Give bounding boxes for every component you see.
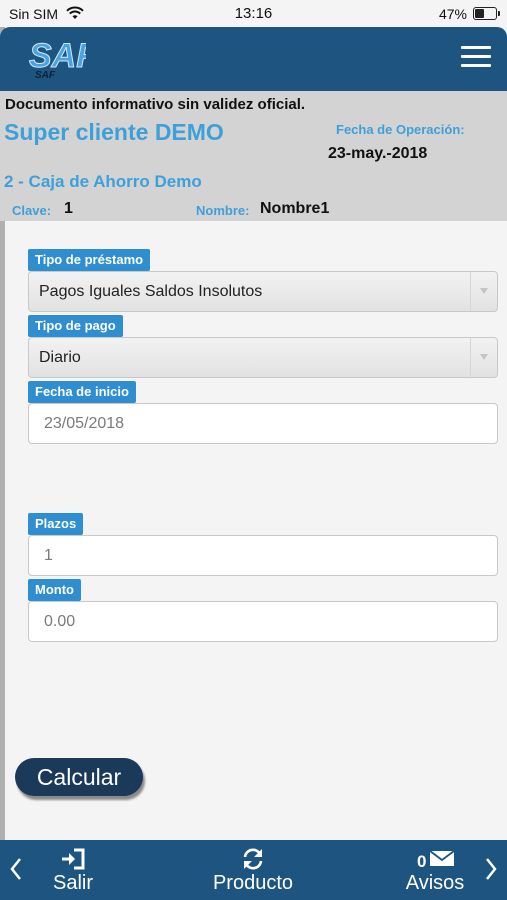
nombre-label: Nombre: bbox=[196, 203, 250, 218]
tipo-pago-value: Diario bbox=[39, 349, 81, 366]
fecha-operacion-label: Fecha de Operación: bbox=[336, 122, 465, 137]
fecha-operacion-value: 23-may.-2018 bbox=[328, 145, 428, 162]
fecha-inicio-field[interactable]: 23/05/2018 bbox=[28, 403, 498, 444]
client-info-panel: Documento informativo sin validez oficia… bbox=[0, 91, 507, 221]
battery-percent: 47% bbox=[438, 6, 467, 22]
monto-placeholder: 0.00 bbox=[44, 613, 76, 630]
tipo-prestamo-value: Pagos Iguales Saldos Insolutos bbox=[39, 283, 263, 300]
fecha-inicio-value: 23/05/2018 bbox=[44, 415, 125, 432]
plazos-placeholder: 1 bbox=[44, 547, 53, 564]
tipo-prestamo-select[interactable]: Pagos Iguales Saldos Insolutos bbox=[28, 271, 498, 312]
chevron-left-icon[interactable] bbox=[9, 856, 23, 882]
status-bar: Sin SIM 13:16 47% bbox=[0, 0, 507, 27]
chevron-right-icon[interactable] bbox=[484, 856, 498, 882]
monto-label: Monto bbox=[28, 579, 81, 601]
notice-text: Documento informativo sin validez oficia… bbox=[5, 96, 306, 113]
chevron-down-icon bbox=[470, 272, 497, 311]
nav-producto-label: Producto bbox=[212, 872, 294, 894]
chevron-down-icon bbox=[470, 338, 497, 377]
clave-label: Clave: bbox=[12, 203, 52, 218]
nav-producto[interactable]: Producto bbox=[203, 848, 303, 895]
clock: 13:16 bbox=[234, 5, 273, 22]
saf-logo: SAF SAF bbox=[29, 37, 87, 82]
exit-icon bbox=[62, 848, 85, 870]
monto-input[interactable]: 0.00 bbox=[28, 601, 498, 642]
tipo-pago-label: Tipo de pago bbox=[28, 315, 123, 337]
nav-avisos[interactable]: 0 Avisos bbox=[398, 848, 472, 895]
bottom-nav: Salir Producto 0 Avisos bbox=[0, 840, 507, 900]
svg-text:0: 0 bbox=[417, 852, 426, 870]
client-name: Super cliente DEMO bbox=[4, 119, 224, 145]
tipo-pago-select[interactable]: Diario bbox=[28, 337, 498, 378]
tipo-prestamo-label: Tipo de préstamo bbox=[28, 249, 151, 271]
nav-salir[interactable]: Salir bbox=[44, 848, 102, 895]
nav-salir-label: Salir bbox=[52, 872, 93, 894]
fecha-inicio-label: Fecha de inicio bbox=[28, 381, 136, 403]
account-title: 2 - Caja de Ahorro Demo bbox=[4, 172, 202, 191]
refresh-icon bbox=[243, 848, 263, 870]
plazos-input[interactable]: 1 bbox=[28, 535, 498, 576]
mail-icon: 0 bbox=[417, 850, 455, 870]
battery-icon bbox=[473, 7, 500, 20]
screen: Sin SIM 13:16 47% SAF SAF Documento info… bbox=[0, 0, 507, 900]
calcular-button[interactable]: Calcular bbox=[15, 758, 143, 796]
nombre-value: Nombre1 bbox=[260, 200, 330, 217]
clave-value: 1 bbox=[64, 200, 73, 217]
plazos-label: Plazos bbox=[28, 513, 84, 535]
nav-avisos-label: Avisos bbox=[405, 872, 465, 894]
svg-text:SAF: SAF bbox=[35, 70, 56, 81]
menu-icon[interactable] bbox=[461, 46, 491, 68]
app-header: SAF SAF bbox=[0, 27, 507, 91]
